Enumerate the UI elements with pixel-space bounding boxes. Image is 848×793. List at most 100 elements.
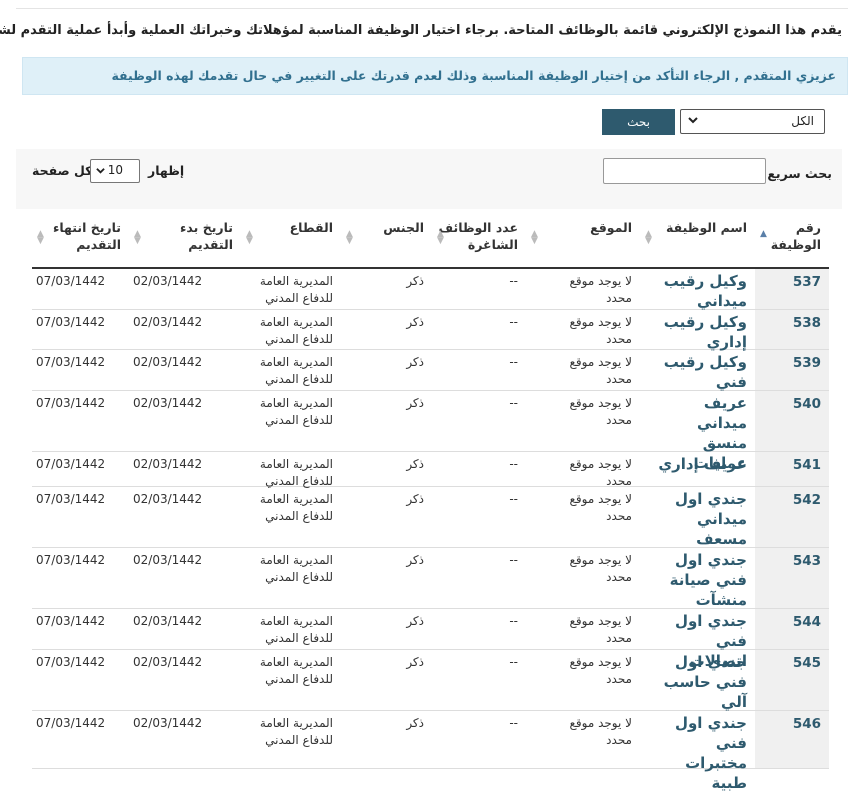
- page-length-value: 10: [107, 163, 123, 177]
- cell-text: --: [509, 553, 518, 567]
- cell-job-title[interactable]: جندي اول فني اتصالات: [640, 609, 755, 670]
- cell-text: 542: [792, 492, 821, 508]
- cell-text: المديرية العامة للدفاع المدني: [259, 716, 333, 747]
- header-col-job-number[interactable]: رقم الوظيفة ▲: [755, 209, 829, 267]
- cell-job-title[interactable]: وكيل رقيب فني: [640, 350, 755, 391]
- header-col-job-title[interactable]: اسم الوظيفة ▲ ▼: [640, 209, 755, 267]
- cell-job-title[interactable]: جندي اول فني مختبرات طبية: [640, 711, 755, 792]
- cell-end-date: 07/03/1442: [32, 391, 129, 451]
- sector-filter-value: الكل: [791, 114, 814, 128]
- sector-filter-select[interactable]: الكل: [680, 109, 825, 134]
- quick-search-input[interactable]: [603, 158, 766, 184]
- cell-job-title[interactable]: جندي اول فني حاسب آلي: [640, 650, 755, 711]
- cell-sector: المديرية العامة للدفاع المدني: [241, 310, 341, 349]
- cell-text: ذكر: [406, 492, 424, 506]
- cell-text: جندي اول فني حاسب آلي: [663, 653, 747, 711]
- sort-arrows-icon: ▲ ▼: [531, 229, 538, 246]
- cell-text: --: [509, 716, 518, 730]
- header-label: عدد الوظائف الشاغرة: [438, 220, 518, 252]
- table-row[interactable]: 540 عريف ميداني منسق عمليات لا يوجد موقع م…: [32, 391, 829, 472]
- cell-location: لا يوجد موقع محدد: [526, 310, 640, 349]
- cell-start-date: 02/03/1442: [129, 711, 241, 768]
- cell-sector: المديرية العامة للدفاع المدني: [241, 650, 341, 710]
- table-row[interactable]: 539 وكيل رقيب فني لا يوجد موقع محدد -- ذكر ال…: [32, 350, 829, 391]
- cell-vacancies: --: [432, 391, 526, 451]
- cell-text: 545: [792, 655, 821, 671]
- cell-job-number: 539: [755, 350, 829, 390]
- table-row[interactable]: 541 عريف إداري لا يوجد موقع محدد -- ذكر المدي…: [32, 452, 829, 488]
- cell-job-title[interactable]: عريف ميداني منسق عمليات: [640, 391, 755, 472]
- cell-job-number: 546: [755, 711, 829, 768]
- header-col-end-date[interactable]: تاريخ انتهاء التقديم ▲ ▼: [32, 209, 129, 267]
- cell-text: 07/03/1442: [36, 716, 106, 730]
- cell-gender: ذكر: [341, 548, 432, 608]
- cell-gender: ذكر: [341, 269, 432, 309]
- cell-location: لا يوجد موقع محدد: [526, 452, 640, 488]
- header-label: اسم الوظيفة: [666, 220, 747, 235]
- cell-text: لا يوجد موقع محدد: [569, 492, 632, 523]
- cell-location: لا يوجد موقع محدد: [526, 711, 640, 768]
- sort-arrows-icon: ▲ ▼: [246, 229, 253, 246]
- cell-location: لا يوجد موقع محدد: [526, 548, 640, 608]
- header-col-vacancies[interactable]: عدد الوظائف الشاغرة ▲ ▼: [432, 209, 526, 267]
- cell-end-date: 07/03/1442: [32, 548, 129, 608]
- sort-arrows-icon: ▲ ▼: [37, 229, 44, 246]
- cell-end-date: 07/03/1442: [32, 269, 129, 309]
- table-row[interactable]: 545 جندي اول فني حاسب آلي لا يوجد موقع محد…: [32, 650, 829, 711]
- cell-text: المديرية العامة للدفاع المدني: [259, 553, 333, 584]
- cell-end-date: 07/03/1442: [32, 452, 129, 486]
- cell-job-title[interactable]: وكيل رقيب ميداني: [640, 269, 755, 310]
- cell-text: وكيل رقيب ميداني: [663, 272, 747, 310]
- cell-text: 544: [792, 614, 821, 630]
- cell-text: المديرية العامة للدفاع المدني: [259, 315, 333, 346]
- cell-vacancies: --: [432, 269, 526, 309]
- header-col-start-date[interactable]: تاريخ بدء التقديم ▲ ▼: [129, 209, 241, 267]
- table-row[interactable]: 537 وكيل رقيب ميداني لا يوجد موقع محدد -- ذك…: [32, 269, 829, 310]
- page-length-select[interactable]: 10: [90, 159, 140, 183]
- cell-gender: ذكر: [341, 350, 432, 390]
- header-label: تاريخ بدء التقديم: [180, 220, 233, 252]
- table-row[interactable]: 546 جندي اول فني مختبرات طبية لا يوجد موقع…: [32, 711, 829, 792]
- cell-text: لا يوجد موقع محدد: [569, 655, 632, 686]
- cell-job-title[interactable]: جندي اول فني صيانة منشآت: [640, 548, 755, 609]
- cell-text: ذكر: [406, 315, 424, 329]
- cell-text: لا يوجد موقع محدد: [569, 457, 632, 488]
- search-button[interactable]: بحث: [602, 109, 675, 135]
- cell-text: عريف إداري: [658, 455, 747, 473]
- cell-job-title[interactable]: جندي اول ميداني مسعف: [640, 487, 755, 548]
- table-row[interactable]: 543 جندي اول فني صيانة منشآت لا يوجد موقع …: [32, 548, 829, 609]
- cell-job-number: 543: [755, 548, 829, 608]
- header-col-gender[interactable]: الجنس ▲ ▼: [341, 209, 432, 267]
- cell-job-number: 544: [755, 609, 829, 649]
- cell-end-date: 07/03/1442: [32, 711, 129, 768]
- table-row[interactable]: 542 جندي اول ميداني مسعف لا يوجد موقع محدد…: [32, 487, 829, 548]
- cell-text: 543: [792, 553, 821, 569]
- cell-text: 02/03/1442: [133, 553, 203, 567]
- cell-text: 07/03/1442: [36, 492, 106, 506]
- table-row[interactable]: 538 وكيل رقيب إداري لا يوجد موقع محدد -- ذكر…: [32, 310, 829, 351]
- cell-end-date: 07/03/1442: [32, 609, 129, 649]
- cell-text: --: [509, 614, 518, 628]
- jobs-page: يقدم هذا النموذج الإلكتروني قائمة بالوظا…: [0, 8, 848, 792]
- cell-vacancies: --: [432, 452, 526, 486]
- header-col-sector[interactable]: القطاع ▲ ▼: [241, 209, 341, 267]
- cell-text: لا يوجد موقع محدد: [569, 614, 632, 645]
- sort-asc-icon: ▲: [760, 229, 767, 239]
- cell-text: 541: [792, 457, 821, 473]
- cell-text: 02/03/1442: [133, 355, 203, 369]
- header-col-location[interactable]: الموقع ▲ ▼: [526, 209, 640, 267]
- cell-text: 02/03/1442: [133, 396, 203, 410]
- cell-text: ذكر: [406, 274, 424, 288]
- cell-job-title[interactable]: وكيل رقيب إداري: [640, 310, 755, 351]
- cell-text: لا يوجد موقع محدد: [569, 553, 632, 584]
- cell-text: 07/03/1442: [36, 655, 106, 669]
- cell-end-date: 07/03/1442: [32, 350, 129, 390]
- cell-vacancies: --: [432, 609, 526, 649]
- cell-job-title[interactable]: عريف إداري: [640, 452, 755, 486]
- cell-text: 02/03/1442: [133, 274, 203, 288]
- cell-text: لا يوجد موقع محدد: [569, 716, 632, 747]
- header-label: الموقع: [590, 220, 632, 235]
- cell-text: 538: [792, 315, 821, 331]
- table-row[interactable]: 544 جندي اول فني اتصالات لا يوجد موقع محدد…: [32, 609, 829, 670]
- cell-end-date: 07/03/1442: [32, 487, 129, 547]
